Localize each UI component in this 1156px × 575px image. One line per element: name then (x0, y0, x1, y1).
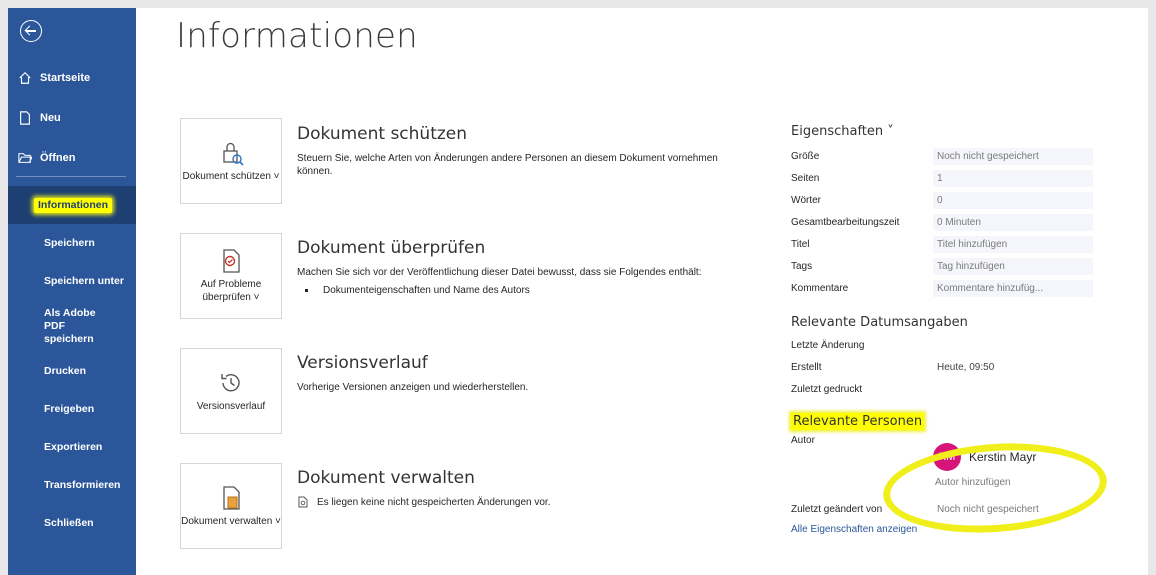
card-label: Versionsverlauf (196, 400, 266, 412)
dates-heading: Relevante Datumsangaben (791, 315, 968, 330)
sidebar-top-nav: Startseite Neu Öffnen (18, 58, 90, 178)
prop-key: Titel (791, 238, 810, 250)
check-issues-button[interactable]: Auf Probleme überprüfen ˅ (180, 233, 282, 319)
sidebar-item-label: Exportieren (44, 440, 103, 453)
no-unsaved-changes: Es liegen keine nicht gespeicherten Ände… (297, 496, 757, 508)
sidebar-item-speichern-unter[interactable]: Speichern unter (8, 262, 136, 300)
prop-row: Tags Tag hinzufügen (791, 255, 1111, 277)
back-arrow-icon[interactable] (20, 20, 42, 42)
prop-row: Kommentare Kommentare hinzufüg... (791, 277, 1111, 299)
card-label: Auf Probleme überprüfen ˅ (200, 279, 262, 303)
inspect-document-section: Dokument überprüfen Machen Sie sich vor … (297, 238, 757, 296)
sidebar-item-open[interactable]: Öffnen (18, 138, 90, 178)
comments-field[interactable]: Kommentare hinzufüg... (933, 279, 1093, 297)
version-history-button[interactable]: Versionsverlauf (180, 348, 282, 434)
sidebar-item-speichern[interactable]: Speichern (8, 224, 136, 262)
sidebar-item-transformieren[interactable]: Transformieren (8, 466, 136, 504)
sidebar-item-freigeben[interactable]: Freigeben (8, 390, 136, 428)
prop-value: 1 (933, 169, 1093, 187)
sidebar-item-label: Freigeben (44, 402, 95, 415)
sidebar-item-label: Öffnen (40, 152, 76, 164)
title-field[interactable]: Titel hinzufügen (933, 235, 1093, 253)
section-heading: Dokument überprüfen (297, 238, 486, 258)
section-text: Steuern Sie, welche Arten von Änderungen… (297, 153, 718, 177)
new-doc-icon (20, 111, 30, 125)
prop-value: Noch nicht gespeichert (933, 147, 1093, 165)
sidebar-item-new[interactable]: Neu (18, 98, 90, 138)
manage-document-section: Dokument verwalten Es liegen keine nicht… (297, 468, 757, 508)
prop-row: Gesamtbearbeitungszeit 0 Minuten (791, 211, 1111, 233)
backstage-sidebar: Startseite Neu Öffnen Informationen Spei… (8, 8, 136, 575)
prop-value: 0 Minuten (933, 213, 1093, 231)
folder-open-icon (18, 153, 32, 163)
document-sync-icon (298, 496, 308, 508)
version-history-section: Versionsverlauf Vorherige Versionen anze… (297, 353, 757, 394)
people-heading-text: Relevante Personen (791, 413, 925, 430)
sidebar-item-label: Informationen (34, 197, 112, 213)
section-heading: Dokument schützen (297, 124, 468, 144)
sidebar-item-label: Schließen (44, 516, 94, 529)
prop-key: Tags (791, 260, 813, 272)
sidebar-main-nav: Informationen Speichern Speichern unter … (8, 186, 136, 542)
sidebar-item-label: Speichern (44, 236, 95, 249)
page-title: Informationen (176, 16, 418, 56)
backstage-window: Startseite Neu Öffnen Informationen Spei… (8, 8, 1148, 575)
inspect-list: Dokumenteigenschaften und Name des Autor… (317, 285, 757, 296)
sidebar-item-label: Drucken (44, 364, 87, 377)
prop-row: Wörter 0 (791, 189, 1111, 211)
home-icon (19, 71, 31, 84)
sidebar-item-label: Transformieren (44, 478, 121, 491)
card-label: Dokument verwalten ˅ (181, 515, 281, 527)
sidebar-item-adobe-pdf[interactable]: Als Adobe PDF speichern (8, 300, 136, 352)
sidebar-item-label: Speichern unter (44, 274, 124, 287)
date-row: Letzte Änderung (791, 334, 1111, 356)
prop-row: Seiten 1 (791, 167, 1111, 189)
sidebar-item-schliessen[interactable]: Schließen (8, 504, 136, 542)
inspect-icon (223, 249, 240, 273)
sidebar-item-informationen[interactable]: Informationen (8, 186, 136, 224)
prop-value (933, 386, 1093, 392)
prop-value: 0 (933, 191, 1093, 209)
manage-document-icon (223, 485, 240, 510)
prop-key: Zuletzt gedruckt (791, 383, 863, 395)
prop-key: Wörter (791, 194, 821, 206)
sidebar-item-exportieren[interactable]: Exportieren (8, 428, 136, 466)
sidebar-item-label: Neu (40, 112, 61, 124)
prop-key: Seiten (791, 172, 820, 184)
prop-row: Größe Noch nicht gespeichert (791, 145, 1111, 167)
tags-field[interactable]: Tag hinzufügen (933, 257, 1093, 275)
manage-document-button[interactable]: Dokument verwalten ˅ (180, 463, 282, 549)
prop-row: Titel Titel hinzufügen (791, 233, 1111, 255)
list-item: Dokumenteigenschaften und Name des Autor… (317, 285, 757, 296)
protect-document-button[interactable]: Dokument schützen ˅ (180, 118, 282, 204)
date-row: Zuletzt gedruckt (791, 378, 1111, 400)
info-content: Informationen Dokument schützen ˅ Dokume… (136, 8, 1148, 575)
section-text: Vorherige Versionen anzeigen und wiederh… (297, 382, 529, 393)
prop-key: Erstellt (791, 361, 822, 373)
prop-value: Heute, 09:50 (937, 361, 995, 373)
prop-key: Letzte Änderung (791, 339, 865, 351)
protect-document-section: Dokument schützen Steuern Sie, welche Ar… (297, 124, 757, 178)
sidebar-item-label: Als Adobe PDF speichern (44, 306, 96, 345)
sidebar-item-home[interactable]: Startseite (18, 58, 90, 98)
lock-icon (223, 142, 244, 166)
properties-dropdown[interactable]: Eigenschaften ˅ (791, 124, 1111, 139)
section-heading: Dokument verwalten (297, 468, 475, 488)
prop-key: Kommentare (791, 282, 849, 294)
date-row: Erstellt Heute, 09:50 (791, 356, 1111, 378)
sidebar-divider (16, 176, 126, 177)
history-icon (221, 373, 240, 391)
section-text: Machen Sie sich vor der Veröffentlichung… (297, 267, 702, 278)
prop-key: Gesamtbearbeitungszeit (791, 216, 900, 228)
people-heading: Relevante Personen (791, 413, 1111, 430)
section-heading: Versionsverlauf (297, 353, 428, 373)
section-text: Es liegen keine nicht gespeicherten Ände… (317, 496, 551, 508)
card-label: Dokument schützen ˅ (182, 170, 280, 182)
sidebar-item-drucken[interactable]: Drucken (8, 352, 136, 390)
sidebar-item-label: Startseite (40, 72, 91, 84)
prop-value (933, 342, 1093, 348)
prop-key: Größe (791, 150, 820, 162)
